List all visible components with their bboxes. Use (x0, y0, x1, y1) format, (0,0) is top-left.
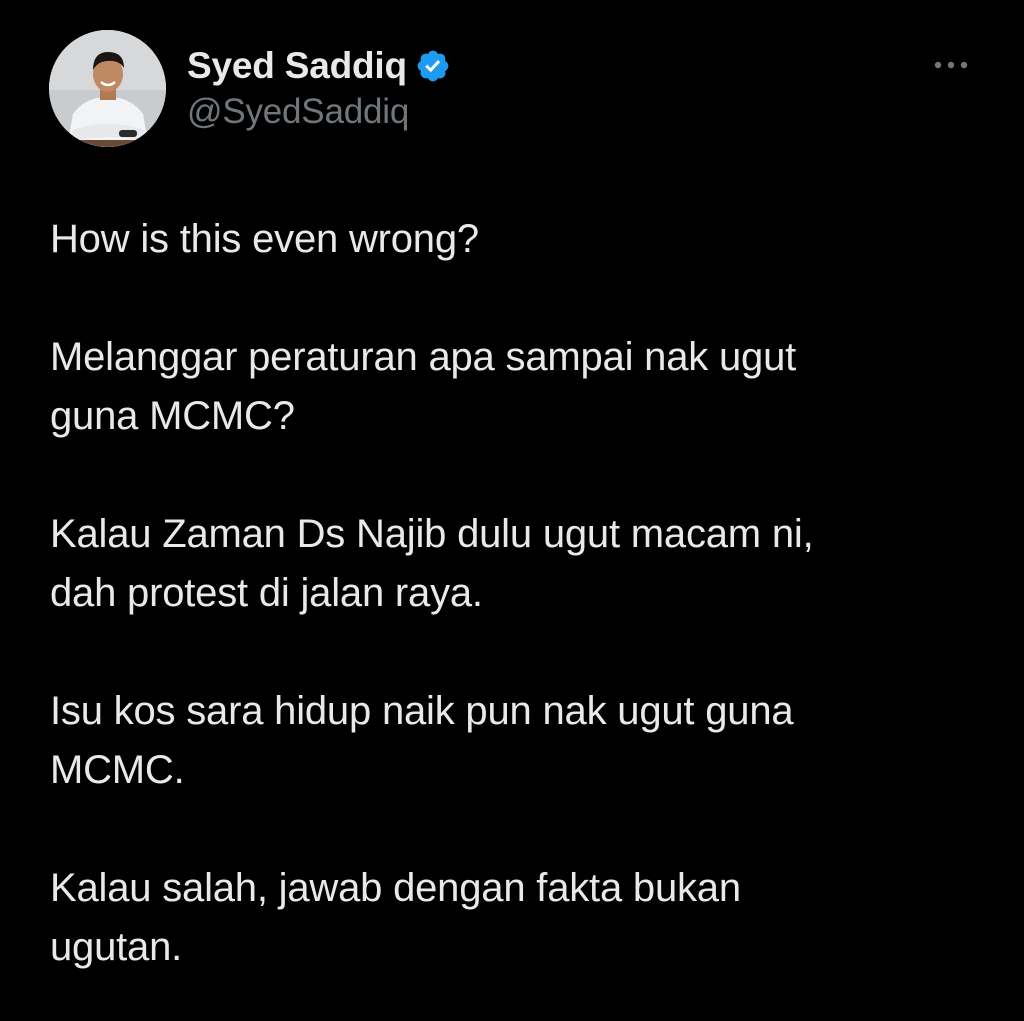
tweet-paragraph: Isu kos sara hidup naik pun nak ugut gun… (50, 689, 794, 792)
tweet-paragraph: Melanggar peraturan apa sampai nak ugut … (50, 335, 797, 438)
author-handle[interactable]: @SyedSaddiq (187, 92, 409, 132)
author-name-row: Syed Saddiq (187, 42, 451, 90)
avatar[interactable] (49, 30, 166, 147)
verified-badge-icon (415, 48, 451, 84)
tweet-paragraph: Kalau salah, jawab dengan fakta bukan ug… (50, 866, 741, 969)
author-name[interactable]: Syed Saddiq (187, 45, 407, 87)
ellipsis-icon (934, 61, 968, 69)
tweet-card: Syed Saddiq @SyedSaddiq How is this even… (0, 0, 1024, 1021)
tweet-text: How is this even wrong? Melanggar peratu… (50, 210, 950, 977)
more-options-button[interactable] (928, 50, 974, 80)
avatar-photo-icon (49, 30, 166, 147)
tweet-paragraph: How is this even wrong? (50, 217, 479, 261)
tweet-paragraph: Kalau Zaman Ds Najib dulu ugut macam ni,… (50, 512, 814, 615)
